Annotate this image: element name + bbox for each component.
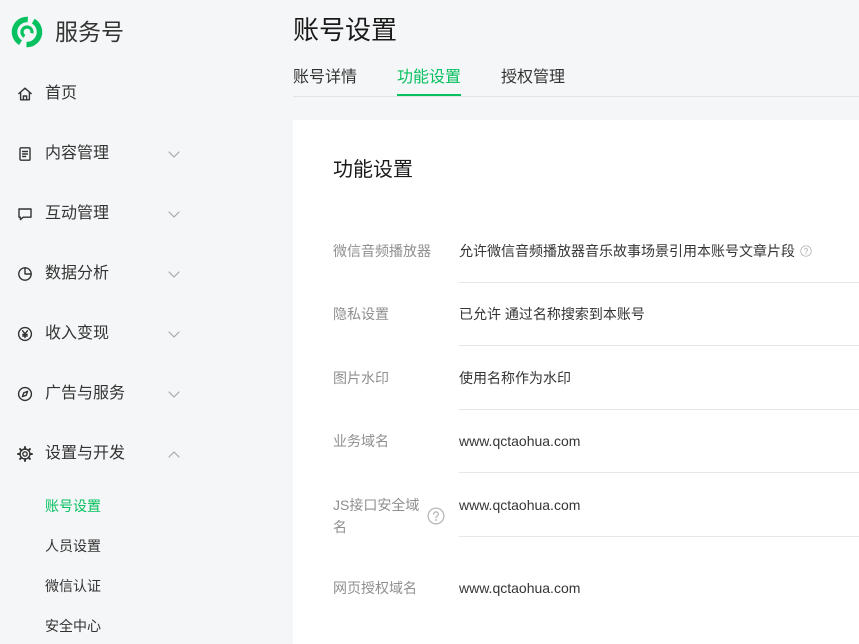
- setting-value-cell: www.qctaohua.com: [459, 473, 859, 537]
- sidebar-item-label: 广告与服务: [45, 385, 126, 402]
- chevron-down-icon: [168, 270, 180, 278]
- tab-authorization[interactable]: 授权管理: [501, 62, 565, 96]
- sidebar-item-label: 收入变现: [45, 325, 110, 342]
- yen-icon: [17, 326, 33, 342]
- setting-row-business-domain: 业务域名 www.qctaohua.com: [333, 410, 859, 473]
- setting-row-audio-player: 微信音频播放器 允许微信音频播放器音乐故事场景引用本账号文章片段: [333, 219, 859, 283]
- document-icon: [19, 147, 31, 161]
- service-account-logo-icon: [11, 16, 43, 48]
- setting-label: 网页授权域名: [333, 580, 417, 597]
- sidebar-item-content[interactable]: 内容管理: [0, 124, 250, 184]
- setting-value-cell: 允许微信音频播放器音乐故事场景引用本账号文章片段: [459, 219, 859, 283]
- chevron-down-icon: [168, 390, 180, 398]
- sidebar-item-label: 首页: [45, 85, 78, 102]
- section-title: 功能设置: [333, 159, 413, 181]
- brand[interactable]: 服务号: [10, 15, 140, 49]
- sidebar: 服务号 首页 内容管理 互动管理 数据分析 收入变现 广告与服务 设置与开发 账…: [0, 0, 250, 644]
- setting-value: 已允许 通过名称搜索到本账号: [459, 306, 645, 323]
- setting-value: www.qctaohua.com: [459, 580, 581, 597]
- settings-list: 微信音频播放器 允许微信音频播放器音乐故事场景引用本账号文章片段 隐私设置 已允…: [333, 219, 859, 621]
- setting-value-cell: 使用名称作为水印: [459, 346, 859, 410]
- sidebar-item-label: 设置与开发: [45, 445, 126, 462]
- setting-value-cell: www.qctaohua.com: [459, 557, 859, 621]
- sidebar-item-label: 互动管理: [45, 205, 110, 222]
- tab-account-details[interactable]: 账号详情: [293, 62, 357, 96]
- brand-name: 服务号: [55, 19, 124, 45]
- sidebar-item-monetization[interactable]: 收入变现: [0, 304, 250, 364]
- compass-icon: [17, 386, 33, 402]
- setting-value: www.qctaohua.com: [459, 496, 581, 513]
- setting-row-privacy: 隐私设置 已允许 通过名称搜索到本账号: [333, 283, 859, 346]
- setting-row-oauth-domain: 网页授权域名 www.qctaohua.com: [333, 557, 859, 621]
- setting-row-js-safe-domain: JS接口安全域名 www.qctaohua.com: [333, 473, 859, 537]
- main-nav: 首页 内容管理 互动管理 数据分析 收入变现 广告与服务 设置与开发: [0, 64, 250, 484]
- settings-card: 功能设置 微信音频播放器 允许微信音频播放器音乐故事场景引用本账号文章片段 隐私…: [293, 120, 859, 644]
- setting-label-cell: JS接口安全域名: [333, 473, 459, 537]
- chevron-down-icon: [168, 210, 180, 218]
- page-title: 账号设置: [293, 15, 398, 45]
- sidebar-item-analytics[interactable]: 数据分析: [0, 244, 250, 304]
- chevron-down-icon: [168, 330, 180, 338]
- setting-value: 允许微信音频播放器音乐故事场景引用本账号文章片段: [459, 242, 795, 259]
- setting-row-watermark: 图片水印 使用名称作为水印: [333, 346, 859, 410]
- settings-sub-nav: 账号设置 人员设置 微信认证 安全中心: [0, 486, 250, 644]
- home-icon: [18, 87, 32, 101]
- sidebar-item-label: 数据分析: [45, 265, 110, 282]
- setting-value-cell: www.qctaohua.com: [459, 410, 859, 473]
- sidebar-item-home[interactable]: 首页: [0, 64, 250, 124]
- setting-label: JS接口安全域名: [333, 496, 420, 535]
- setting-value: www.qctaohua.com: [459, 433, 581, 450]
- help-icon[interactable]: [800, 245, 812, 257]
- setting-label: 隐私设置: [333, 306, 389, 323]
- pie-chart-icon: [18, 267, 32, 281]
- sidebar-subitem-member-settings[interactable]: 人员设置: [0, 526, 250, 566]
- chevron-up-icon: [168, 450, 180, 458]
- sidebar-item-settings-dev[interactable]: 设置与开发: [0, 424, 250, 484]
- sidebar-subitem-account-settings[interactable]: 账号设置: [0, 486, 250, 526]
- setting-value: 使用名称作为水印: [459, 369, 571, 386]
- sidebar-item-label: 内容管理: [45, 145, 110, 162]
- setting-label: 业务域名: [333, 433, 389, 450]
- sidebar-subitem-security-center[interactable]: 安全中心: [0, 606, 250, 644]
- tab-feature-settings[interactable]: 功能设置: [397, 62, 462, 96]
- help-icon[interactable]: [427, 507, 445, 525]
- chat-icon: [18, 208, 32, 221]
- setting-value-cell: 已允许 通过名称搜索到本账号: [459, 283, 859, 346]
- gear-icon: [17, 446, 33, 462]
- setting-label: 微信音频播放器: [333, 242, 431, 259]
- chevron-down-icon: [168, 150, 180, 158]
- setting-label: 图片水印: [333, 369, 389, 386]
- sidebar-item-interaction[interactable]: 互动管理: [0, 184, 250, 244]
- sidebar-item-ads-services[interactable]: 广告与服务: [0, 364, 250, 424]
- sidebar-subitem-wechat-verification[interactable]: 微信认证: [0, 566, 250, 606]
- tab-bar: 账号详情 功能设置 授权管理: [293, 62, 859, 97]
